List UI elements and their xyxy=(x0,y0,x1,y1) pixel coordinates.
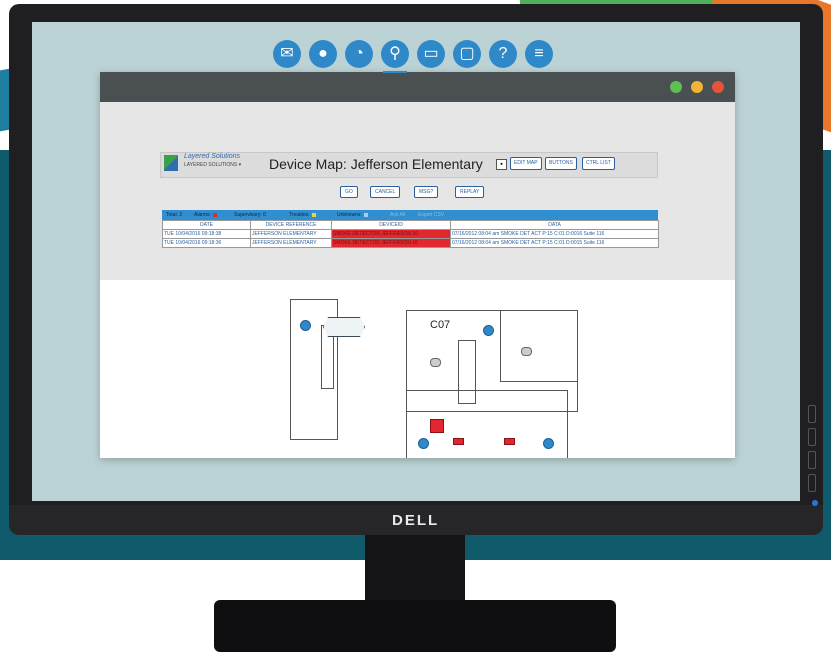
window-maximize-button[interactable] xyxy=(670,81,682,93)
table-header-row: DATE DEVICE REFERENCE DEVICEID DATA xyxy=(162,220,659,230)
cell-date: TUE 10/04/2016 09:18:36 xyxy=(162,238,251,248)
map-pin-icon[interactable]: ⚲ xyxy=(381,40,409,68)
alarm-indicator xyxy=(212,212,217,217)
alarm-device-icon[interactable] xyxy=(504,438,515,445)
status-unknowns: Unknowns: xyxy=(337,210,368,220)
account-selector[interactable]: LAYERED SOLUTIONS ▾ xyxy=(184,162,241,168)
cell-deviceid: SMOKE DETECTOR JEFFERSON 16 xyxy=(331,238,451,248)
menu-icon[interactable]: ≡ xyxy=(525,40,553,68)
trouble-indicator xyxy=(311,212,316,217)
alarm-status-bar: Total: 2 Alarms: Supervisory: 0 Troubles… xyxy=(162,210,658,220)
device-info-icon[interactable] xyxy=(418,438,429,449)
alarm-panel-icon[interactable] xyxy=(430,419,444,433)
smoke-detector-icon[interactable] xyxy=(430,358,441,367)
map-room xyxy=(500,310,578,382)
monitor-button[interactable] xyxy=(808,428,816,446)
unknown-indicator xyxy=(363,212,368,217)
edit-map-button[interactable]: EDIT MAP xyxy=(510,157,542,170)
active-tab-indicator xyxy=(383,71,407,73)
power-led xyxy=(812,500,818,506)
cell-data: 07/16/2012 08:04 am SMOKE DET ACT P:15 C… xyxy=(450,238,659,248)
envelope-icon[interactable]: ✉ xyxy=(273,40,301,68)
device-map[interactable] xyxy=(100,280,735,458)
ctrl-list-button[interactable]: CTRL LIST xyxy=(582,157,615,170)
cell-device-reference: JEFFERSON ELEMENTARY xyxy=(250,238,332,248)
cancel-button[interactable]: CANCEL xyxy=(370,186,401,198)
chat-icon[interactable]: ◔ xyxy=(345,40,373,68)
device-info-icon[interactable] xyxy=(300,320,311,331)
monitor-brand-logo: DELL xyxy=(392,512,440,529)
help-icon[interactable]: ? xyxy=(489,40,517,68)
replay-button[interactable]: REPLAY xyxy=(455,186,485,198)
table-row[interactable]: TUE 10/04/2016 09:18:36 JEFFERSON ELEMEN… xyxy=(162,238,659,248)
window-minimize-button[interactable] xyxy=(691,81,703,93)
device-info-icon[interactable] xyxy=(543,438,554,449)
lock-icon[interactable]: ▢ xyxy=(453,40,481,68)
alarm-device-icon[interactable] xyxy=(453,438,464,445)
status-total: Total: 2 xyxy=(166,212,183,218)
msg-button[interactable]: MSG? xyxy=(414,186,439,198)
alarm-table: DATE DEVICE REFERENCE DEVICEID DATA TUE … xyxy=(162,220,659,248)
room-label: C07 xyxy=(430,319,451,331)
cell-data: 07/16/2012 08:04 am SMOKE DET ACT P:15 C… xyxy=(450,229,659,239)
smoke-detector-icon[interactable] xyxy=(521,347,532,356)
column-header-data[interactable]: DATA xyxy=(450,220,659,230)
monitor-button[interactable] xyxy=(808,451,816,469)
status-supervisory: Supervisory: 0 xyxy=(234,212,266,218)
ack-all-link[interactable]: Ack All xyxy=(390,210,405,220)
app-window xyxy=(100,72,735,458)
window-close-button[interactable] xyxy=(712,81,724,93)
column-header-date[interactable]: DATE xyxy=(162,220,251,230)
toggle-checkbox[interactable]: ▪ xyxy=(496,159,507,170)
room-label-badge[interactable] xyxy=(323,317,365,337)
buttons-button[interactable]: BUTTONS xyxy=(545,157,577,170)
logo-title: Layered Solutions xyxy=(184,153,241,160)
monitor-stand-neck xyxy=(365,535,465,610)
table-row[interactable]: TUE 10/04/2016 09:18:38 JEFFERSON ELEMEN… xyxy=(162,229,659,239)
cell-deviceid: SMOKE DETECTOR JEFFERSON 16 xyxy=(331,229,451,239)
window-titlebar xyxy=(100,72,735,102)
status-alarms: Alarms: xyxy=(194,210,217,220)
user-icon[interactable]: ● xyxy=(309,40,337,68)
layered-solutions-logo-icon xyxy=(164,155,178,171)
inbox-icon[interactable]: ▭ xyxy=(417,40,445,68)
column-header-device-reference[interactable]: DEVICE REFERENCE xyxy=(250,220,332,230)
monitor-button[interactable] xyxy=(808,405,816,423)
cell-date: TUE 10/04/2016 09:18:38 xyxy=(162,229,251,239)
column-header-deviceid[interactable]: DEVICEID xyxy=(331,220,451,230)
map-wall xyxy=(458,340,476,404)
monitor-stand-base xyxy=(214,600,616,652)
export-csv-link[interactable]: Export CSV xyxy=(418,210,444,220)
status-troubles: Troubles: xyxy=(289,210,316,220)
go-button[interactable]: GO xyxy=(340,186,358,198)
page-title: Device Map: Jefferson Elementary xyxy=(269,156,483,172)
cell-device-reference: JEFFERSON ELEMENTARY xyxy=(250,229,332,239)
device-info-icon[interactable] xyxy=(483,325,494,336)
monitor-button[interactable] xyxy=(808,474,816,492)
